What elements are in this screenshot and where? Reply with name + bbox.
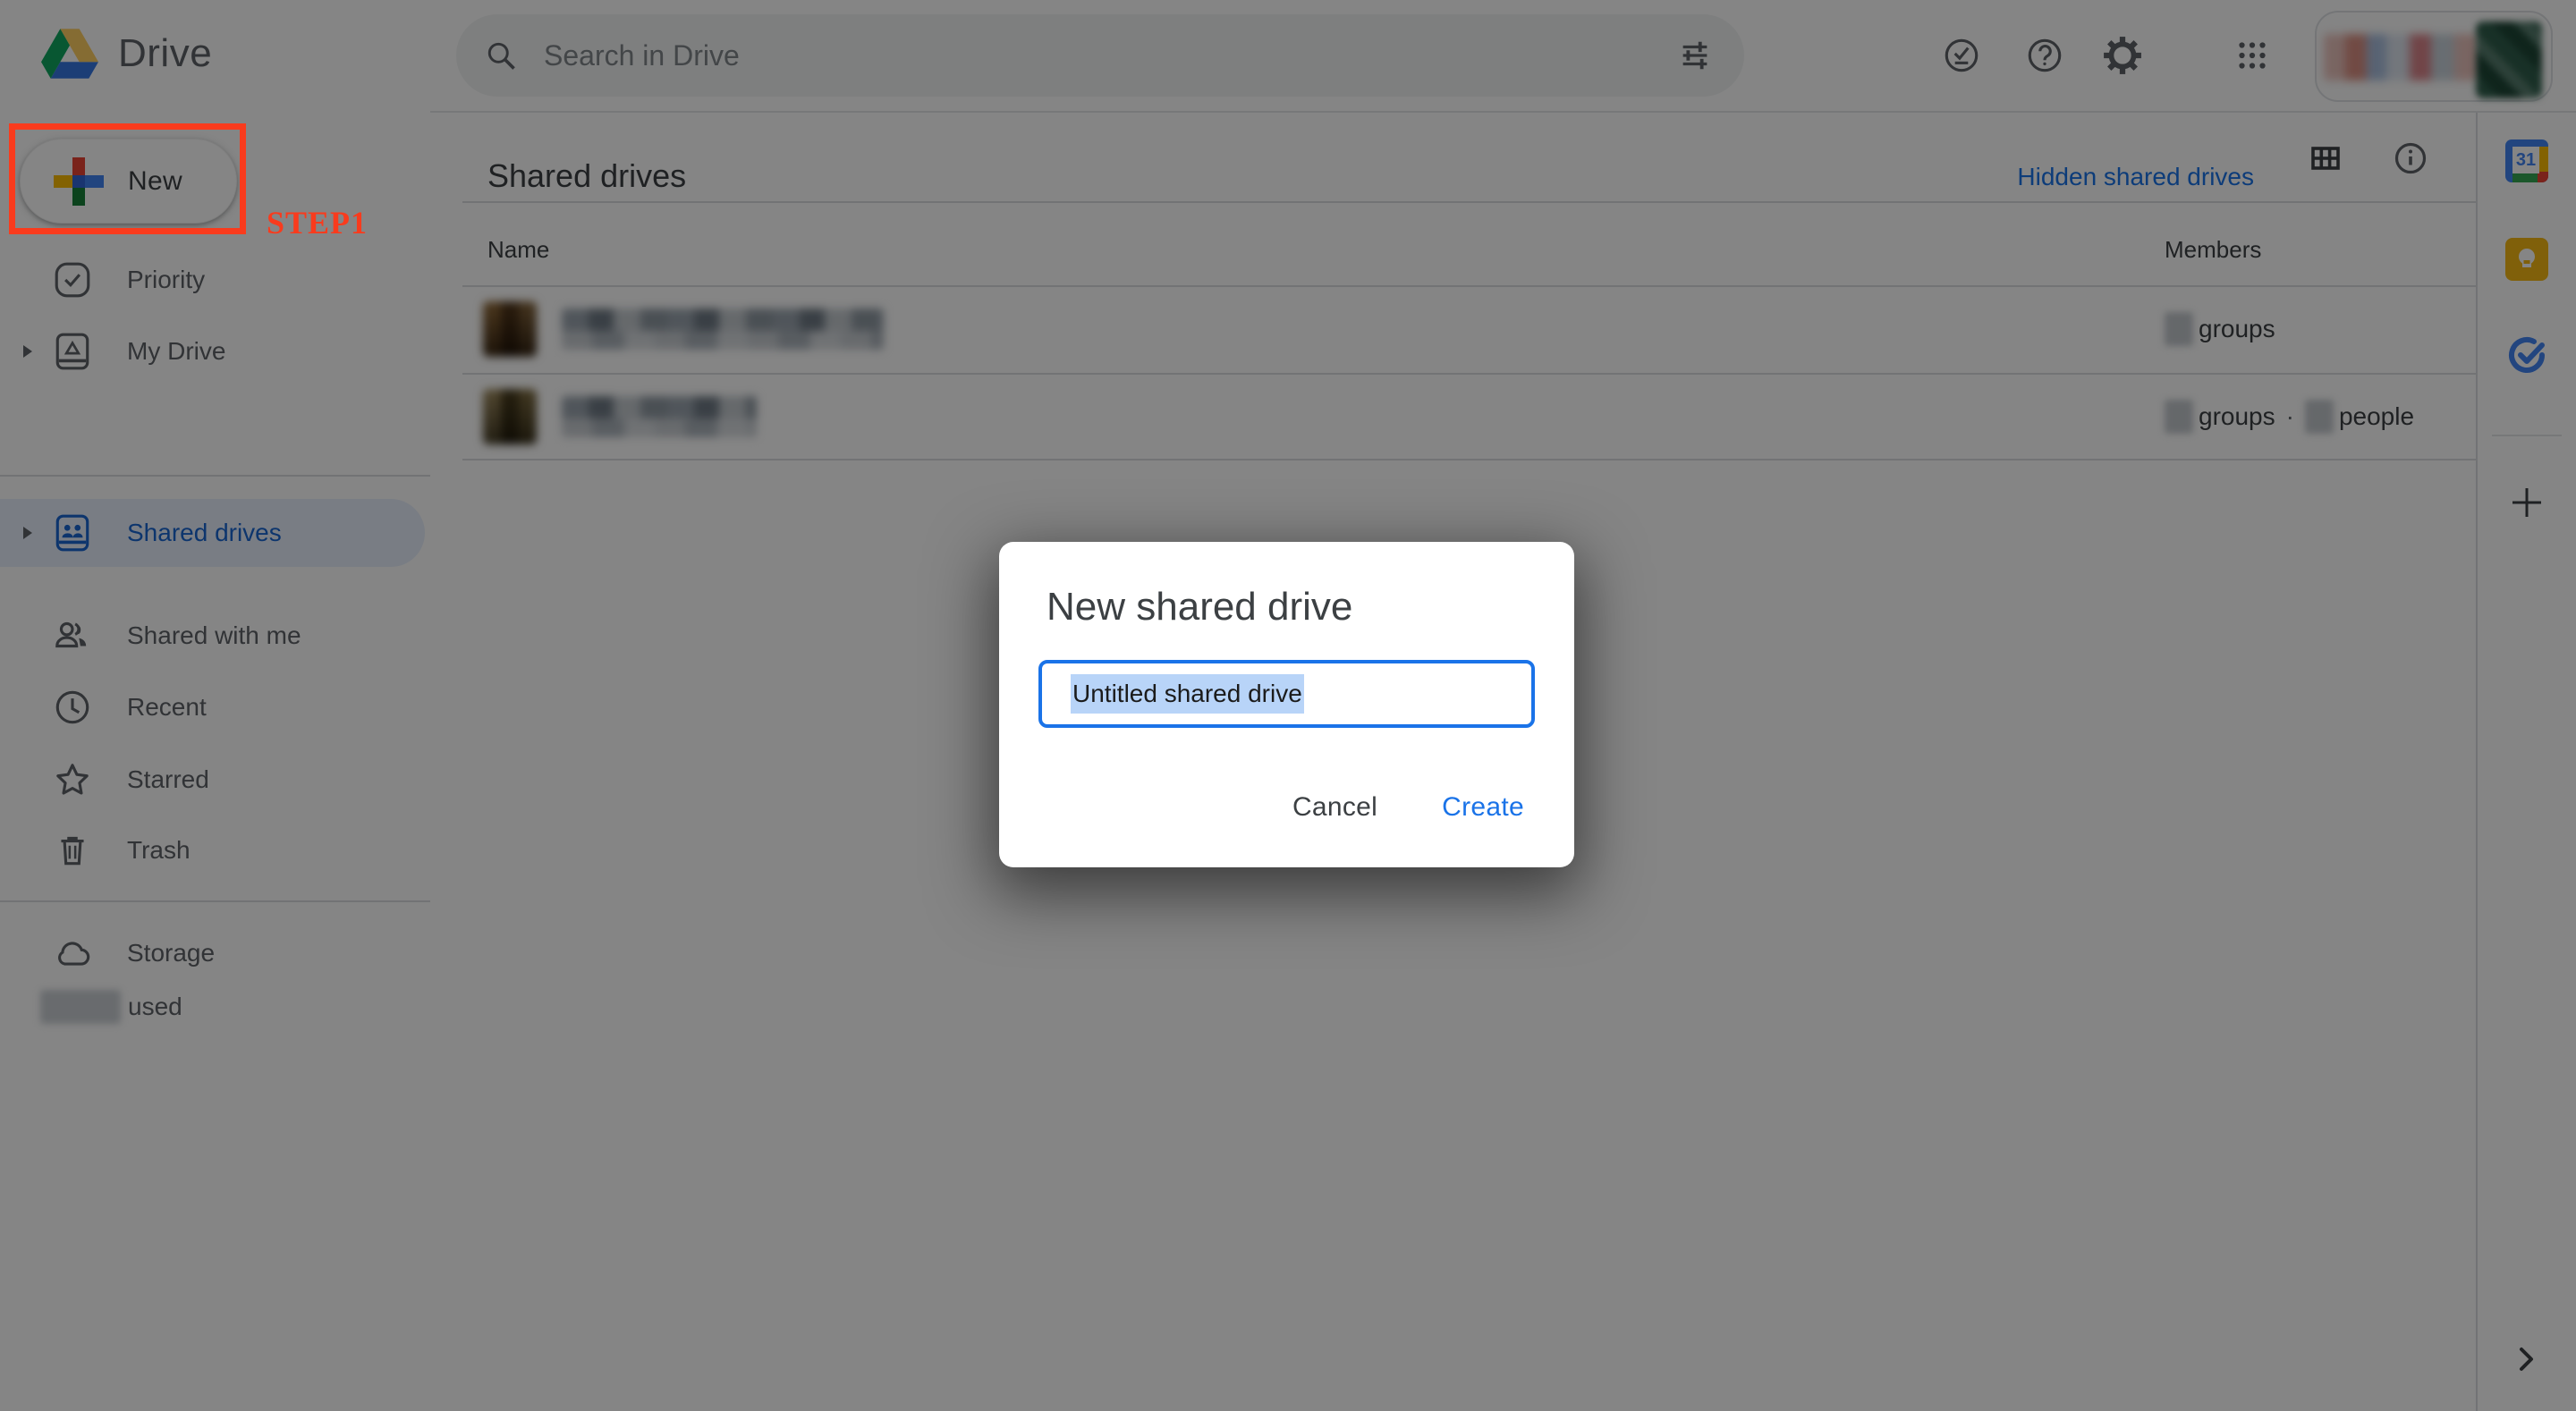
new-shared-drive-dialog: New shared drive Untitled shared drive C… xyxy=(999,542,1574,867)
tutorial-step-label: STEP1 xyxy=(267,204,368,241)
dialog-title: New shared drive xyxy=(1046,585,1352,629)
drive-name-input[interactable]: Untitled shared drive xyxy=(1038,660,1535,728)
tutorial-highlight-box xyxy=(9,123,246,234)
google-drive-window: Drive xyxy=(0,0,2576,1411)
dialog-actions: Cancel Create xyxy=(1289,785,1528,830)
cancel-button[interactable]: Cancel xyxy=(1289,785,1381,830)
drive-name-value-selected: Untitled shared drive xyxy=(1071,674,1304,714)
create-button[interactable]: Create xyxy=(1438,785,1528,830)
